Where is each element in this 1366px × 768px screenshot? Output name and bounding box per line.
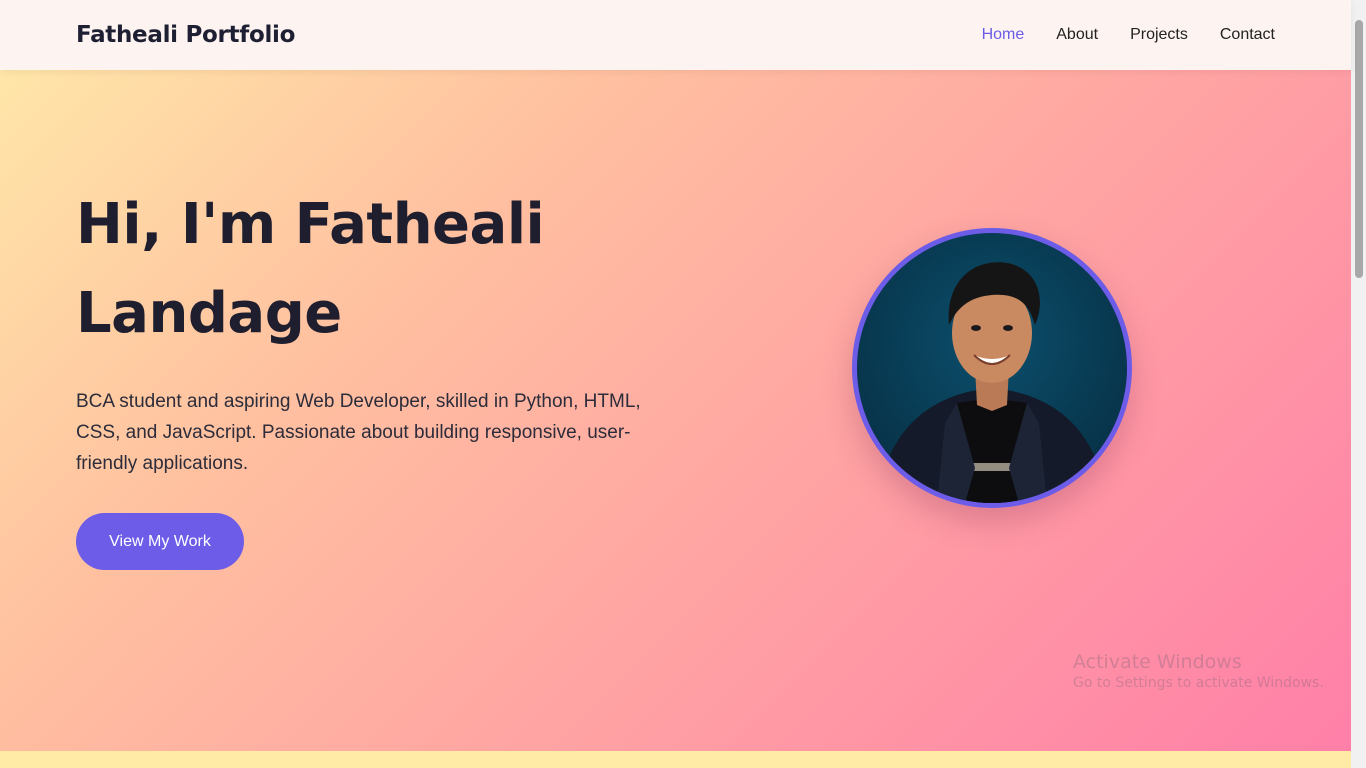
nav-about[interactable]: About	[1056, 26, 1098, 44]
site-header: Fatheali Portfolio Home About Projects C…	[0, 0, 1351, 70]
hero-description: BCA student and aspiring Web Developer, …	[76, 391, 641, 474]
hero-section: Hi, I'm Fatheali Landage BCA student and…	[0, 70, 1351, 751]
view-my-work-button[interactable]: View My Work	[76, 513, 244, 570]
next-section-edge	[0, 751, 1351, 768]
hero-text: Hi, I'm Fatheali Landage BCA student and…	[76, 180, 676, 570]
scrollbar-thumb[interactable]	[1355, 20, 1363, 278]
nav-home[interactable]: Home	[982, 26, 1025, 44]
watermark-title: Activate Windows	[1073, 651, 1242, 673]
person-icon	[877, 262, 1107, 503]
nav-contact[interactable]: Contact	[1220, 26, 1275, 44]
watermark-subtitle: Go to Settings to activate Windows.	[1073, 675, 1324, 691]
brand-logo[interactable]: Fatheali Portfolio	[76, 22, 295, 48]
hero-title: Hi, I'm Fatheali Landage	[76, 180, 676, 358]
nav-projects[interactable]: Projects	[1130, 26, 1188, 44]
profile-photo	[852, 228, 1132, 508]
main-nav: Home About Projects Contact	[982, 26, 1275, 44]
hero-title-line1: Hi, I'm Fatheali	[76, 192, 545, 257]
hero-title-line2: Landage	[76, 281, 342, 346]
vertical-scrollbar[interactable]	[1351, 0, 1366, 768]
activate-windows-watermark: Activate Windows Go to Settings to activ…	[1073, 651, 1324, 691]
